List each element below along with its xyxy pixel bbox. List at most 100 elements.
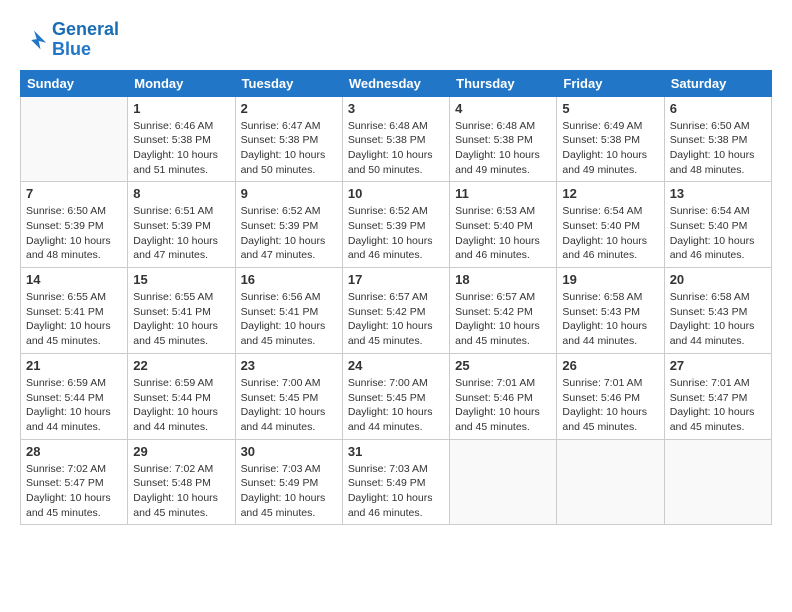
day-info: Sunrise: 6:57 AMSunset: 5:42 PMDaylight:…: [348, 290, 444, 349]
day-info: Sunrise: 6:55 AMSunset: 5:41 PMDaylight:…: [26, 290, 122, 349]
day-of-week-header: Monday: [128, 70, 235, 96]
day-info: Sunrise: 6:46 AMSunset: 5:38 PMDaylight:…: [133, 119, 229, 178]
calendar-cell: 24Sunrise: 7:00 AMSunset: 5:45 PMDayligh…: [342, 353, 449, 439]
day-number: 1: [133, 101, 229, 116]
day-info: Sunrise: 7:02 AMSunset: 5:48 PMDaylight:…: [133, 462, 229, 521]
day-number: 20: [670, 272, 766, 287]
logo-icon: [20, 26, 48, 54]
day-info: Sunrise: 7:01 AMSunset: 5:46 PMDaylight:…: [562, 376, 658, 435]
calendar-header-row: SundayMondayTuesdayWednesdayThursdayFrid…: [21, 70, 772, 96]
day-info: Sunrise: 7:03 AMSunset: 5:49 PMDaylight:…: [241, 462, 337, 521]
calendar-cell: 6 Sunrise: 6:50 AMSunset: 5:38 PMDaylight…: [664, 96, 771, 182]
day-number: 5: [562, 101, 658, 116]
day-of-week-header: Wednesday: [342, 70, 449, 96]
day-number: 24: [348, 358, 444, 373]
calendar-cell: 11 Sunrise: 6:53 AMSunset: 5:40 PMDayligh…: [450, 182, 557, 268]
day-number: 9: [241, 186, 337, 201]
day-info: Sunrise: 6:52 AMSunset: 5:39 PMDaylight:…: [348, 204, 444, 263]
calendar-cell: 3Sunrise: 6:48 AMSunset: 5:38 PMDaylight…: [342, 96, 449, 182]
calendar-cell: 9 Sunrise: 6:52 AMSunset: 5:39 PMDaylight…: [235, 182, 342, 268]
day-info: Sunrise: 6:56 AMSunset: 5:41 PMDaylight:…: [241, 290, 337, 349]
day-number: 21: [26, 358, 122, 373]
day-number: 17: [348, 272, 444, 287]
page-header: General Blue: [20, 20, 772, 60]
day-info: Sunrise: 6:50 AMSunset: 5:38 PMDaylight:…: [670, 119, 766, 178]
day-number: 3: [348, 101, 444, 116]
day-number: 28: [26, 444, 122, 459]
calendar-cell: 26Sunrise: 7:01 AMSunset: 5:46 PMDayligh…: [557, 353, 664, 439]
calendar-cell: 15 Sunrise: 6:55 AMSunset: 5:41 PMDayligh…: [128, 268, 235, 354]
calendar-cell: 2 Sunrise: 6:47 AMSunset: 5:38 PMDaylight…: [235, 96, 342, 182]
day-info: Sunrise: 6:59 AMSunset: 5:44 PMDaylight:…: [26, 376, 122, 435]
day-info: Sunrise: 7:01 AMSunset: 5:46 PMDaylight:…: [455, 376, 551, 435]
day-info: Sunrise: 6:53 AMSunset: 5:40 PMDaylight:…: [455, 204, 551, 263]
day-number: 4: [455, 101, 551, 116]
day-info: Sunrise: 6:52 AMSunset: 5:39 PMDaylight:…: [241, 204, 337, 263]
calendar-week-row: 7 Sunrise: 6:50 AMSunset: 5:39 PMDaylight…: [21, 182, 772, 268]
day-number: 15: [133, 272, 229, 287]
day-number: 29: [133, 444, 229, 459]
calendar-cell: [664, 439, 771, 525]
day-number: 18: [455, 272, 551, 287]
day-number: 14: [26, 272, 122, 287]
calendar-cell: [557, 439, 664, 525]
calendar-cell: 29 Sunrise: 7:02 AMSunset: 5:48 PMDayligh…: [128, 439, 235, 525]
day-number: 8: [133, 186, 229, 201]
day-info: Sunrise: 6:54 AMSunset: 5:40 PMDaylight:…: [670, 204, 766, 263]
calendar-cell: 13 Sunrise: 6:54 AMSunset: 5:40 PMDayligh…: [664, 182, 771, 268]
calendar-cell: 31 Sunrise: 7:03 AMSunset: 5:49 PMDayligh…: [342, 439, 449, 525]
calendar-cell: 14 Sunrise: 6:55 AMSunset: 5:41 PMDayligh…: [21, 268, 128, 354]
day-info: Sunrise: 6:48 AMSunset: 5:38 PMDaylight:…: [455, 119, 551, 178]
calendar-cell: 22 Sunrise: 6:59 AMSunset: 5:44 PMDayligh…: [128, 353, 235, 439]
day-info: Sunrise: 6:49 AMSunset: 5:38 PMDaylight:…: [562, 119, 658, 178]
day-number: 6: [670, 101, 766, 116]
day-number: 27: [670, 358, 766, 373]
day-number: 23: [241, 358, 337, 373]
day-number: 10: [348, 186, 444, 201]
day-number: 22: [133, 358, 229, 373]
day-info: Sunrise: 7:00 AMSunset: 5:45 PMDaylight:…: [241, 376, 337, 435]
day-number: 7: [26, 186, 122, 201]
day-number: 11: [455, 186, 551, 201]
calendar-cell: 10 Sunrise: 6:52 AMSunset: 5:39 PMDayligh…: [342, 182, 449, 268]
calendar-cell: 8Sunrise: 6:51 AMSunset: 5:39 PMDaylight…: [128, 182, 235, 268]
calendar-cell: 16 Sunrise: 6:56 AMSunset: 5:41 PMDayligh…: [235, 268, 342, 354]
day-info: Sunrise: 6:47 AMSunset: 5:38 PMDaylight:…: [241, 119, 337, 178]
calendar-table: SundayMondayTuesdayWednesdayThursdayFrid…: [20, 70, 772, 526]
day-info: Sunrise: 6:58 AMSunset: 5:43 PMDaylight:…: [670, 290, 766, 349]
calendar-cell: 4 Sunrise: 6:48 AMSunset: 5:38 PMDaylight…: [450, 96, 557, 182]
day-info: Sunrise: 6:50 AMSunset: 5:39 PMDaylight:…: [26, 204, 122, 263]
day-of-week-header: Friday: [557, 70, 664, 96]
day-info: Sunrise: 6:58 AMSunset: 5:43 PMDaylight:…: [562, 290, 658, 349]
calendar-cell: [21, 96, 128, 182]
day-info: Sunrise: 6:55 AMSunset: 5:41 PMDaylight:…: [133, 290, 229, 349]
day-of-week-header: Saturday: [664, 70, 771, 96]
calendar-cell: 19 Sunrise: 6:58 AMSunset: 5:43 PMDayligh…: [557, 268, 664, 354]
day-number: 13: [670, 186, 766, 201]
calendar-cell: 23 Sunrise: 7:00 AMSunset: 5:45 PMDayligh…: [235, 353, 342, 439]
day-info: Sunrise: 7:02 AMSunset: 5:47 PMDaylight:…: [26, 462, 122, 521]
day-number: 25: [455, 358, 551, 373]
calendar-cell: 12 Sunrise: 6:54 AMSunset: 5:40 PMDayligh…: [557, 182, 664, 268]
day-info: Sunrise: 6:59 AMSunset: 5:44 PMDaylight:…: [133, 376, 229, 435]
calendar-cell: 18Sunrise: 6:57 AMSunset: 5:42 PMDayligh…: [450, 268, 557, 354]
day-number: 19: [562, 272, 658, 287]
calendar-cell: 5 Sunrise: 6:49 AMSunset: 5:38 PMDaylight…: [557, 96, 664, 182]
calendar-cell: 17 Sunrise: 6:57 AMSunset: 5:42 PMDayligh…: [342, 268, 449, 354]
day-number: 12: [562, 186, 658, 201]
day-number: 2: [241, 101, 337, 116]
day-info: Sunrise: 7:03 AMSunset: 5:49 PMDaylight:…: [348, 462, 444, 521]
day-info: Sunrise: 6:54 AMSunset: 5:40 PMDaylight:…: [562, 204, 658, 263]
calendar-week-row: 1 Sunrise: 6:46 AMSunset: 5:38 PMDaylight…: [21, 96, 772, 182]
calendar-cell: 28 Sunrise: 7:02 AMSunset: 5:47 PMDayligh…: [21, 439, 128, 525]
day-of-week-header: Thursday: [450, 70, 557, 96]
day-of-week-header: Tuesday: [235, 70, 342, 96]
day-of-week-header: Sunday: [21, 70, 128, 96]
calendar-week-row: 21 Sunrise: 6:59 AMSunset: 5:44 PMDayligh…: [21, 353, 772, 439]
day-number: 31: [348, 444, 444, 459]
calendar-cell: 30Sunrise: 7:03 AMSunset: 5:49 PMDayligh…: [235, 439, 342, 525]
calendar-week-row: 14 Sunrise: 6:55 AMSunset: 5:41 PMDayligh…: [21, 268, 772, 354]
calendar-cell: 7 Sunrise: 6:50 AMSunset: 5:39 PMDaylight…: [21, 182, 128, 268]
calendar-cell: 25 Sunrise: 7:01 AMSunset: 5:46 PMDayligh…: [450, 353, 557, 439]
day-number: 16: [241, 272, 337, 287]
